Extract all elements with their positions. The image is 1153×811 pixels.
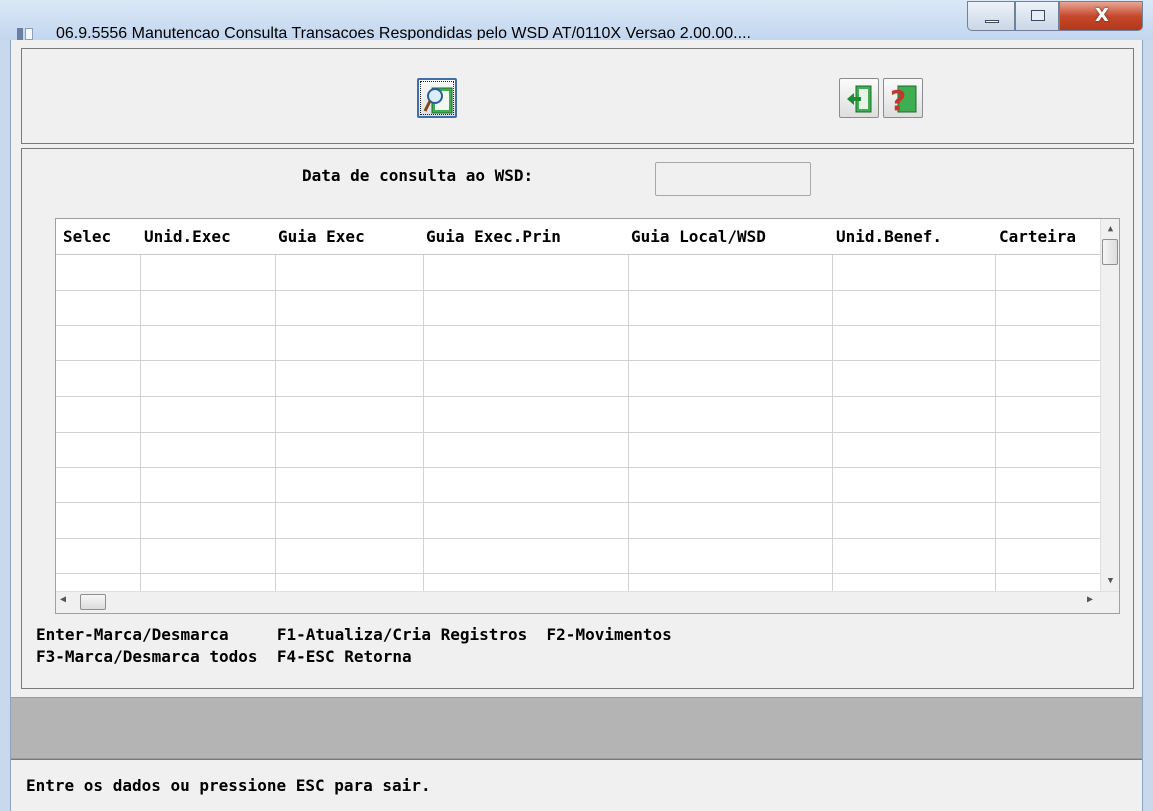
- scroll-up-arrow-icon[interactable]: ▲: [1101, 219, 1119, 239]
- toolbar: ?: [21, 48, 1134, 144]
- maximize-icon: [1031, 10, 1045, 21]
- svg-text:?: ?: [890, 84, 906, 115]
- app-icon[interactable]: [17, 28, 33, 40]
- column-header-guia-exec[interactable]: Guia Exec: [278, 227, 365, 246]
- vertical-scroll-thumb[interactable]: [1102, 239, 1118, 265]
- hint-line-1: Enter-Marca/Desmarca F1-Atualiza/Cria Re…: [36, 625, 672, 644]
- minimize-icon: [985, 20, 999, 23]
- close-button[interactable]: X: [1059, 1, 1143, 31]
- column-header-selec[interactable]: Selec: [63, 227, 111, 246]
- status-message: Entre os dados ou pressione ESC para sai…: [26, 776, 431, 795]
- vertical-scrollbar[interactable]: ▲ ▼: [1100, 219, 1119, 591]
- message-area: [11, 697, 1142, 759]
- magnifier-icon: [423, 87, 453, 114]
- hint-line-2: F3-Marca/Desmarca todos F4-ESC Retorna: [36, 647, 412, 666]
- column-divider[interactable]: [628, 219, 629, 591]
- status-bar: Entre os dados ou pressione ESC para sai…: [11, 759, 1142, 811]
- date-label: Data de consulta ao WSD:: [302, 166, 534, 185]
- scroll-right-arrow-icon[interactable]: ▶: [1087, 594, 1093, 605]
- scroll-down-arrow-icon[interactable]: ▼: [1101, 571, 1119, 591]
- column-divider[interactable]: [995, 219, 996, 591]
- column-header-unid-exec[interactable]: Unid.Exec: [144, 227, 231, 246]
- main-panel: Data de consulta ao WSD: Selec Unid.Exec…: [21, 148, 1134, 689]
- keyboard-hints: Enter-Marca/Desmarca F1-Atualiza/Cria Re…: [36, 624, 672, 668]
- grid-body: Selec Unid.Exec Guia Exec Guia Exec.Prin…: [56, 219, 1111, 591]
- application-window: 06.9.5556 Manutencao Consulta Transacoes…: [0, 0, 1153, 811]
- window-left-border: [0, 40, 10, 811]
- results-grid[interactable]: Selec Unid.Exec Guia Exec Guia Exec.Prin…: [55, 218, 1120, 614]
- title-bar[interactable]: 06.9.5556 Manutencao Consulta Transacoes…: [0, 0, 1153, 42]
- column-header-unid-benef[interactable]: Unid.Benef.: [836, 227, 942, 246]
- column-divider[interactable]: [275, 219, 276, 591]
- scroll-left-arrow-icon[interactable]: ◀: [60, 594, 66, 605]
- date-input[interactable]: [655, 162, 811, 196]
- client-area: ? Data de consulta ao WSD: Selec Unid.Ex…: [10, 40, 1143, 811]
- horizontal-scroll-thumb[interactable]: [80, 594, 106, 610]
- column-divider[interactable]: [140, 219, 141, 591]
- window-controls: X: [967, 1, 1147, 33]
- help-question-icon: ?: [890, 84, 917, 115]
- column-header-guia-local-wsd[interactable]: Guia Local/WSD: [631, 227, 766, 246]
- help-button[interactable]: ?: [883, 78, 923, 118]
- column-divider[interactable]: [423, 219, 424, 591]
- column-header-carteira[interactable]: Carteira: [999, 227, 1076, 246]
- column-header-guia-exec-prin[interactable]: Guia Exec.Prin: [426, 227, 561, 246]
- minimize-button[interactable]: [967, 1, 1015, 31]
- close-icon: X: [1095, 5, 1109, 26]
- horizontal-scrollbar[interactable]: ◀ ▶: [56, 591, 1119, 613]
- grid-header: Selec Unid.Exec Guia Exec Guia Exec.Prin…: [56, 219, 1111, 255]
- maximize-button[interactable]: [1015, 1, 1059, 31]
- column-divider[interactable]: [832, 219, 833, 591]
- exit-door-icon: [847, 85, 872, 113]
- search-button[interactable]: [417, 78, 457, 118]
- exit-button[interactable]: [839, 78, 879, 118]
